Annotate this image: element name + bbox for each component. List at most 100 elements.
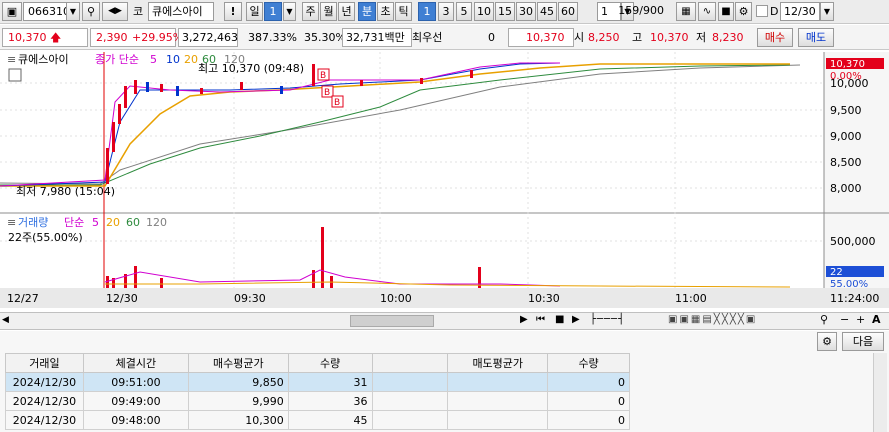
legend-menu-icon[interactable]: ≡ — [7, 53, 16, 66]
calendar-icon[interactable]: ▼ — [820, 2, 834, 21]
period-second-tab[interactable]: 초 — [377, 2, 394, 21]
date-input[interactable]: 12/30 — [780, 2, 820, 21]
period-dropdown-icon[interactable]: ▼ — [283, 2, 296, 21]
play-icon[interactable]: ▶ — [572, 314, 580, 325]
high-price: 10,370 — [650, 31, 689, 44]
interval-10-button[interactable]: 10 — [474, 2, 494, 21]
cell-buy-avg: 9,990 — [187, 391, 289, 411]
price-volume-chart[interactable]: B B B ≡ 큐에스아이 종가 단순 5 10 20 60 120 최고 10… — [0, 52, 889, 308]
last-price: 10,370 — [526, 31, 565, 44]
cell-blank — [371, 391, 449, 411]
interval-3-button[interactable]: 3 — [438, 2, 454, 21]
period-day-value[interactable]: 1 — [264, 2, 282, 21]
volume-legend-name: 거래량 — [18, 216, 48, 229]
candle — [420, 78, 423, 84]
cell-sell-qty: 0 — [547, 410, 630, 430]
period-week-tab[interactable]: 주 — [302, 2, 319, 21]
period-year-tab[interactable]: 년 — [338, 2, 355, 21]
price-tag-value: 10,370 — [830, 59, 865, 70]
interval-1-button[interactable]: 1 — [418, 2, 436, 21]
volume-bar — [134, 266, 137, 288]
window-icon[interactable]: ▣ — [2, 2, 22, 21]
sell-button[interactable]: 매도 — [798, 28, 834, 47]
high-label: 고 — [632, 31, 643, 44]
table-row[interactable]: 2024/12/30 09:49:00 9,990 36 0 — [5, 391, 630, 411]
col-sell-qty: 수량 — [547, 353, 630, 373]
interval-60-button[interactable]: 60 — [558, 2, 578, 21]
candle — [280, 86, 283, 94]
period-day-tab[interactable]: 일 — [246, 2, 263, 21]
buy-marker-label: B — [324, 88, 330, 98]
legend-ma20: 20 — [184, 53, 198, 66]
buy-button[interactable]: 매수 — [757, 28, 793, 47]
cell-time: 09:48:00 — [82, 410, 189, 430]
col-sell-avg: 매도평균가 — [447, 353, 549, 373]
volume-legend-ma120: 120 — [146, 216, 167, 229]
volume-bar — [321, 227, 324, 288]
next-button[interactable]: 다음 — [842, 332, 884, 351]
cell-sell-avg — [447, 410, 549, 430]
volume-menu-icon[interactable]: ≡ — [7, 216, 16, 229]
interval-45-button[interactable]: 45 — [537, 2, 557, 21]
volume-legend-ma20: 20 — [106, 216, 120, 229]
table-toggle-icon[interactable] — [8, 68, 22, 82]
time-label: 10:30 — [528, 292, 560, 305]
date-checkbox[interactable] — [756, 5, 768, 17]
zoom-out-icon[interactable]: − — [840, 313, 849, 326]
table-row[interactable]: 2024/12/30 09:51:00 9,850 31 0 — [5, 372, 630, 392]
stop-icon[interactable]: ■ — [555, 314, 564, 325]
price-axis-tick: 8,000 — [830, 182, 862, 195]
count-value: 159 — [618, 4, 640, 17]
interval-5-button[interactable]: 5 — [456, 2, 472, 21]
code-dropdown-icon[interactable]: ▼ — [66, 2, 80, 21]
interval-15-button[interactable]: 15 — [495, 2, 515, 21]
period-tick-tab[interactable]: 틱 — [395, 2, 412, 21]
legend-ma5: 5 — [150, 53, 157, 66]
gear-icon[interactable]: ⚙ — [735, 2, 752, 21]
buy-marker-label: B — [320, 71, 326, 81]
low-price: 8,230 — [712, 31, 744, 44]
cell-buy-qty: 36 — [287, 391, 373, 411]
candle — [160, 84, 163, 92]
candle — [360, 80, 363, 86]
volume-tag-value: 22 — [830, 267, 843, 278]
zoom-in-icon[interactable]: + — [856, 313, 865, 326]
volume-legend-ma: 단순 — [64, 216, 84, 229]
rewind-icon[interactable]: ⏮ — [536, 314, 545, 325]
buy-marker-label: B — [334, 98, 340, 108]
zoom-search-icon[interactable]: ⚲ — [820, 313, 828, 326]
time-label: 11:00 — [675, 292, 707, 305]
table-scrollbar[interactable] — [873, 353, 887, 432]
time-label: 09:30 — [234, 292, 266, 305]
volume-bar — [160, 278, 163, 288]
period-minute-tab[interactable]: 분 — [358, 2, 376, 21]
period-month-tab[interactable]: 월 — [320, 2, 337, 21]
table-row[interactable]: 2024/12/30 09:48:00 10,300 45 0 — [5, 410, 630, 430]
candle-settings-icon[interactable]: ▦ — [676, 2, 696, 21]
save-icon[interactable]: ■ — [718, 2, 734, 21]
alert-button[interactable]: ! — [224, 2, 242, 21]
stock-name-field[interactable]: 큐에스아이 — [148, 2, 214, 21]
zoom-slider-icon[interactable]: ├───┤ — [590, 314, 625, 325]
cell-sell-qty: 0 — [547, 372, 630, 392]
price-change-pct: +29.95% — [132, 31, 184, 44]
gear-icon[interactable]: ⚙ — [817, 332, 837, 351]
indicator-icon[interactable]: ∿ — [698, 2, 716, 21]
font-size-icon[interactable]: A — [872, 313, 881, 326]
price-axis-tick: 9,000 — [830, 130, 862, 143]
search-icon[interactable]: ⚲ — [82, 2, 100, 21]
chart-toolbar: ▣ 066310 ▼ ⚲ ◀▶ 코 큐에스아이 ! 일 1 ▼ 주 월 년 분 … — [0, 0, 889, 24]
date-label: D — [770, 5, 779, 18]
scroll-thumb[interactable] — [350, 315, 434, 327]
scroll-right-icon[interactable]: ▶ — [520, 314, 528, 325]
price-axis-tick: 8,500 — [830, 156, 862, 169]
legend-ma10: 10 — [166, 53, 180, 66]
high-note: 최고 10,370 (09:48) — [198, 62, 304, 75]
candle — [146, 82, 149, 92]
scroll-left-icon[interactable]: ◀ — [2, 315, 9, 325]
count-input[interactable]: 159/900 — [614, 2, 666, 21]
drawing-tools[interactable]: ▣▣▦▤╳╳╳╳▣ — [668, 314, 757, 325]
interval-30-button[interactable]: 30 — [516, 2, 536, 21]
prev-next-icon[interactable]: ◀▶ — [102, 2, 128, 21]
low-note: 최저 7,980 (15:04) — [16, 185, 115, 198]
